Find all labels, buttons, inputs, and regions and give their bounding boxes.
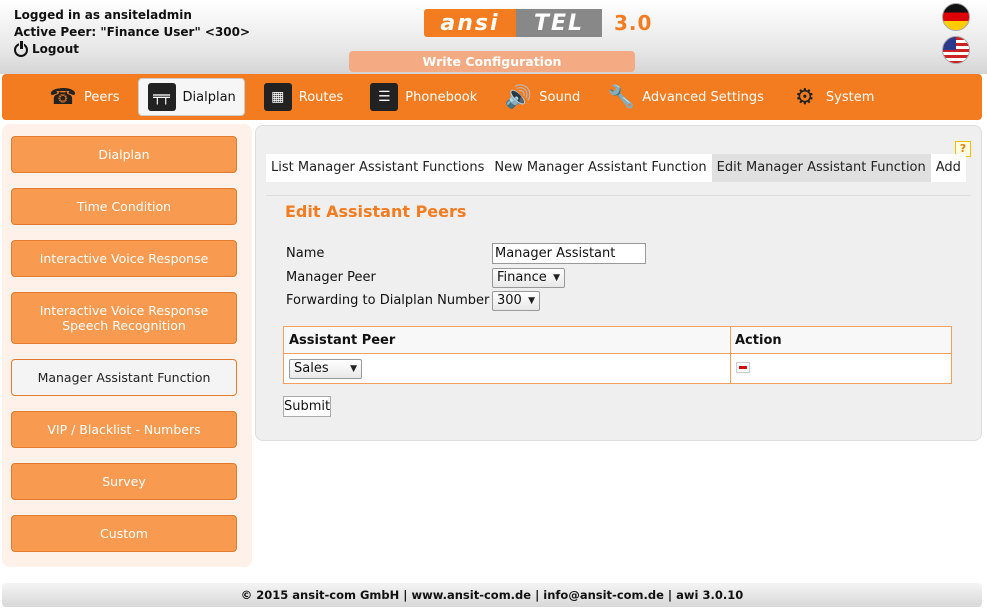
forwarding-select[interactable]: 300 ▼ bbox=[492, 291, 540, 311]
tab-add[interactable]: Add bbox=[931, 154, 966, 182]
col-assistant-peer: Assistant Peer bbox=[289, 333, 396, 348]
nav-sound-label: Sound bbox=[539, 89, 581, 105]
form-container bbox=[266, 195, 971, 430]
logout-label: Logout bbox=[32, 42, 80, 56]
logo-ansi: ansi bbox=[424, 9, 516, 37]
column-divider bbox=[730, 327, 731, 383]
tab-bar: List Manager Assistant Functions New Man… bbox=[266, 154, 966, 182]
logo-tel: TEL bbox=[516, 9, 602, 37]
logged-in-text: Logged in as ansiteladmin bbox=[14, 8, 192, 22]
us-flag-icon[interactable] bbox=[942, 36, 970, 64]
nav-system[interactable]: ⚙ System bbox=[782, 78, 882, 116]
chevron-down-icon: ▼ bbox=[350, 364, 357, 374]
manager-peer-value: Finance bbox=[497, 270, 547, 285]
sidebar-item-ivr-speech[interactable]: Interactive Voice Response Speech Recogn… bbox=[11, 292, 237, 344]
tab-edit-function[interactable]: Edit Manager Assistant Function bbox=[711, 154, 931, 182]
delete-icon[interactable] bbox=[736, 362, 750, 373]
manager-peer-select[interactable]: Finance ▼ bbox=[492, 268, 565, 288]
nav-dialplan[interactable]: ╤╤ Dialplan bbox=[137, 78, 245, 116]
forwarding-label: Forwarding to Dialplan Number bbox=[286, 293, 490, 308]
power-icon bbox=[14, 40, 28, 57]
sidebar-item-custom[interactable]: Custom bbox=[11, 515, 237, 552]
phonebook-icon: ☰ bbox=[369, 82, 399, 112]
ansitel-logo: ansi TEL 3.0 bbox=[424, 8, 684, 38]
main-navbar: ☎ Peers ╤╤ Dialplan ▦ Routes ☰ Phonebook… bbox=[2, 74, 982, 120]
nav-advanced-settings-label: Advanced Settings bbox=[642, 89, 764, 105]
phone-icon: ☎ bbox=[49, 84, 77, 110]
login-info: Logged in as ansiteladmin Active Peer: "… bbox=[14, 7, 250, 58]
header: Logged in as ansiteladmin Active Peer: "… bbox=[0, 0, 987, 74]
manager-peer-label: Manager Peer bbox=[286, 270, 376, 285]
tab-new-function[interactable]: New Manager Assistant Function bbox=[489, 154, 711, 182]
chevron-down-icon: ▼ bbox=[553, 273, 560, 283]
routes-icon: ▦ bbox=[263, 82, 293, 112]
assistant-peer-value: Sales bbox=[294, 361, 329, 376]
name-input[interactable]: Manager Assistant bbox=[492, 243, 646, 264]
col-action: Action bbox=[735, 333, 782, 348]
sidebar-item-vip-blacklist[interactable]: VIP / Blacklist - Numbers bbox=[11, 411, 237, 448]
tab-list-functions[interactable]: List Manager Assistant Functions bbox=[266, 154, 489, 182]
footer: © 2015 ansit-com GmbH | www.ansit-com.de… bbox=[2, 583, 982, 607]
nav-peers[interactable]: ☎ Peers bbox=[40, 78, 128, 116]
active-peer-text: Active Peer: "Finance User" <300> bbox=[14, 25, 251, 39]
nav-routes[interactable]: ▦ Routes bbox=[255, 78, 352, 116]
write-configuration-button[interactable]: Write Configuration bbox=[349, 51, 635, 72]
logout-link[interactable]: Logout bbox=[14, 40, 250, 58]
nav-phonebook-label: Phonebook bbox=[405, 89, 478, 105]
german-flag-icon[interactable] bbox=[942, 3, 970, 31]
gear-icon: ⚙ bbox=[795, 84, 815, 110]
nav-sound[interactable]: 🔊 Sound bbox=[495, 78, 588, 116]
chevron-down-icon: ▼ bbox=[528, 296, 535, 306]
nav-phonebook[interactable]: ☰ Phonebook bbox=[361, 78, 485, 116]
dialplan-icon: ╤╤ bbox=[147, 82, 177, 112]
sidebar-item-ivr[interactable]: Interactive Voice Response bbox=[11, 240, 237, 277]
table-header: Assistant Peer Action bbox=[284, 327, 951, 354]
assistant-peer-select[interactable]: Sales ▼ bbox=[289, 359, 362, 379]
speaker-icon: 🔊 bbox=[504, 84, 532, 110]
nav-system-label: System bbox=[825, 89, 875, 105]
nav-advanced-settings[interactable]: 🔧 Advanced Settings bbox=[598, 78, 772, 116]
wrench-icon: 🔧 bbox=[607, 84, 635, 110]
sidebar-item-time-condition[interactable]: Time Condition bbox=[11, 188, 237, 225]
submit-button[interactable]: Submit bbox=[283, 396, 331, 417]
nav-dialplan-label: Dialplan bbox=[182, 89, 236, 105]
name-label: Name bbox=[286, 246, 325, 261]
sidebar-item-manager-assistant[interactable]: Manager Assistant Function bbox=[11, 359, 237, 396]
nav-peers-label: Peers bbox=[84, 89, 120, 105]
sidebar-item-dialplan[interactable]: Dialplan bbox=[11, 136, 237, 173]
logo-version: 3.0 bbox=[614, 11, 653, 35]
assistant-peers-table: Assistant Peer Action bbox=[283, 326, 952, 384]
nav-routes-label: Routes bbox=[298, 89, 344, 105]
sidebar-item-survey[interactable]: Survey bbox=[11, 463, 237, 500]
forwarding-value: 300 bbox=[497, 293, 522, 308]
form-title: Edit Assistant Peers bbox=[285, 202, 467, 221]
